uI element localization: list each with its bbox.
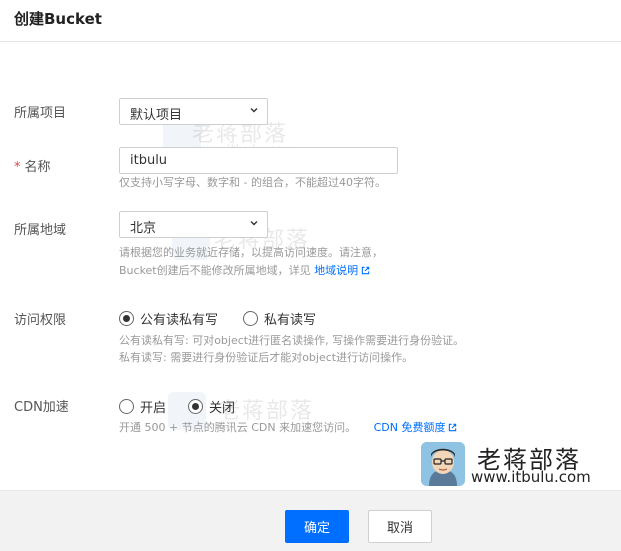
region-hint-text: Bucket创建后不能修改所属地域，详见 <box>119 264 311 277</box>
region-doc-link-label: 地域说明 <box>314 264 359 277</box>
access-option-private[interactable]: 私有读写 <box>243 309 316 328</box>
name-label: 名称 <box>24 160 51 175</box>
project-select-value: 默认项目 <box>130 108 183 123</box>
cdn-free-quota-label: CDN 免费额度 <box>373 421 446 434</box>
cdn-hint: 开通 500 + 节点的腾讯云 CDN 来加速您访问。 <box>119 421 357 434</box>
chevron-down-icon <box>250 108 258 113</box>
cdn-option-disable-label: 关闭 <box>209 401 236 416</box>
cdn-option-enable[interactable]: 开启 <box>119 397 166 416</box>
radio-checked-icon <box>119 311 134 326</box>
brand-watermark: 老蒋部落 www.itbulu.com <box>421 442 601 488</box>
name-field[interactable] <box>119 147 398 174</box>
brand-url: www.itbulu.com <box>471 468 591 486</box>
brand-avatar <box>421 442 465 486</box>
region-hint-line2: Bucket创建后不能修改所属地域，详见 地域说明 <box>119 262 370 279</box>
confirm-button[interactable]: 确定 <box>285 510 349 543</box>
region-label: 所属地域 <box>14 223 67 238</box>
access-option-private-label: 私有读写 <box>264 313 317 328</box>
external-link-icon <box>361 266 370 275</box>
access-hint-line1: 公有读私有写: 可对object进行匿名读操作, 写操作需要进行身份验证。 <box>119 334 465 347</box>
access-hint-line2: 私有读写: 需要进行身份验证后才能对object进行访问操作。 <box>119 351 414 364</box>
cancel-button[interactable]: 取消 <box>368 510 432 543</box>
radio-unchecked-icon <box>243 311 258 326</box>
radio-checked-icon <box>188 399 203 414</box>
required-mark: * <box>14 160 21 175</box>
region-doc-link[interactable]: 地域说明 <box>314 264 370 277</box>
chevron-down-icon <box>250 221 258 226</box>
dialog-title: 创建Bucket <box>14 10 102 28</box>
access-option-public-read-label: 公有读私有写 <box>140 313 219 328</box>
name-input[interactable] <box>120 148 397 173</box>
cdn-label: CDN加速 <box>14 400 69 415</box>
region-hint-line1: 请根据您的业务就近存储，以提高访问速度。请注意， <box>119 246 383 259</box>
external-link-icon <box>449 423 457 432</box>
name-hint: 仅支持小写字母、数字和 - 的组合，不能超过40字符。 <box>119 176 386 189</box>
access-label: 访问权限 <box>14 313 67 328</box>
name-label-row: * 名称 <box>14 156 51 175</box>
cdn-free-quota-link[interactable]: CDN 免费额度 <box>374 421 458 434</box>
avatar-face-icon <box>421 442 465 486</box>
dialog-footer: 确定 取消 <box>0 490 621 551</box>
cdn-hint-row: 开通 500 + 节点的腾讯云 CDN 来加速您访问。 CDN 免费额度 <box>119 419 457 436</box>
region-select[interactable]: 北京 <box>119 211 268 238</box>
cdn-option-disable[interactable]: 关闭 <box>188 397 235 416</box>
project-label: 所属项目 <box>14 106 67 121</box>
access-option-public-read[interactable]: 公有读私有写 <box>119 309 218 328</box>
dialog-header: 创建Bucket <box>0 0 621 42</box>
cdn-option-enable-label: 开启 <box>140 401 167 416</box>
project-select[interactable]: 默认项目 <box>119 98 268 125</box>
region-select-value: 北京 <box>130 221 157 236</box>
radio-unchecked-icon <box>119 399 134 414</box>
